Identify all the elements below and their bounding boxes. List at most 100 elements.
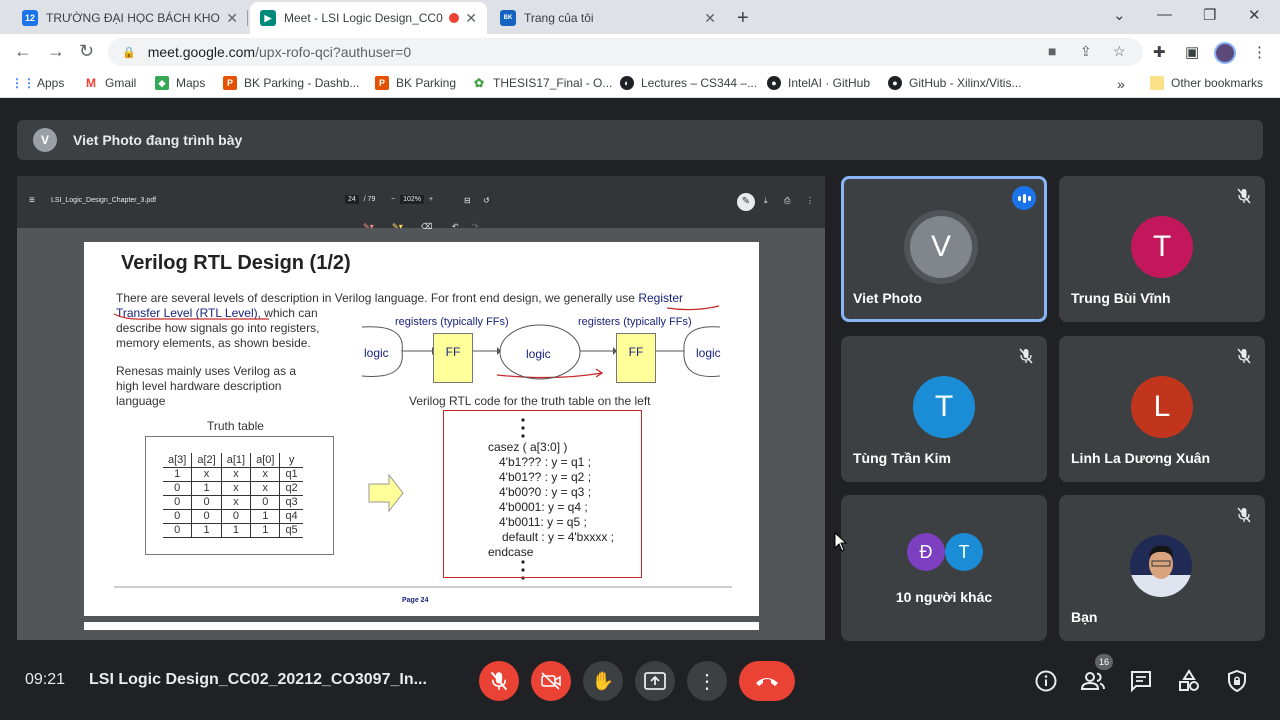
avatar: V bbox=[910, 216, 972, 278]
window-close-icon[interactable]: ✕ bbox=[1248, 6, 1261, 24]
bookmark-intelai[interactable]: ● IntelAI · GitHub bbox=[767, 76, 870, 90]
fit-page-icon[interactable]: ⊟ bbox=[464, 196, 471, 205]
people-icon bbox=[1080, 672, 1105, 690]
rotate-icon[interactable]: ↺ bbox=[483, 196, 490, 205]
minimize-icon[interactable]: — bbox=[1157, 6, 1172, 23]
chat-button[interactable] bbox=[1128, 668, 1154, 694]
profile-avatar[interactable] bbox=[1214, 42, 1236, 64]
tab-bach-khoa[interactable]: 12 TRƯỜNG ĐẠI HỌC BÁCH KHOA ✕ bbox=[12, 2, 248, 34]
pdf-next-page bbox=[84, 622, 759, 630]
bookmark-bk-parking-dashboard[interactable]: P BK Parking - Dashb... bbox=[223, 76, 359, 90]
tab-strip: 12 TRƯỜNG ĐẠI HỌC BÁCH KHOA ✕ ▶ Meet - L… bbox=[0, 0, 1280, 34]
bookmark-apps[interactable]: ⋮⋮ Apps bbox=[11, 76, 64, 90]
participant-tile-tung[interactable]: T Tùng Trần Kim bbox=[841, 336, 1047, 482]
annotate-icon[interactable]: ✎ bbox=[737, 193, 755, 211]
mic-off-icon bbox=[490, 671, 508, 691]
more-options-button[interactable]: ⋮ bbox=[687, 661, 727, 701]
share-icon[interactable]: ⇪ bbox=[1080, 43, 1092, 60]
mic-off-icon bbox=[1019, 348, 1033, 364]
bookmark-thesis[interactable]: ✿ THESIS17_Final - O... bbox=[472, 76, 612, 90]
code-line: 4'b1??? : y = q1 ; bbox=[499, 455, 592, 469]
print-icon[interactable]: ⎙ bbox=[784, 196, 790, 206]
extensions-icon[interactable]: ✚ bbox=[1153, 43, 1166, 61]
bookmark-lectures[interactable]: ◐ Lectures – CS344 –... bbox=[620, 76, 757, 90]
presenter-banner: V Viet Photo đang trình bày bbox=[17, 120, 1263, 160]
side-panel-icon[interactable]: ▣ bbox=[1185, 43, 1199, 61]
participant-tile-self[interactable]: Bạn bbox=[1059, 495, 1265, 641]
pen-icon[interactable]: ✎▾ bbox=[363, 222, 374, 231]
camera-icon[interactable]: ■ bbox=[1048, 43, 1056, 59]
tab-search-icon[interactable]: ⌄ bbox=[1113, 6, 1126, 24]
download-icon[interactable]: ⤓ bbox=[764, 196, 768, 206]
participant-tile-viet-photo[interactable]: V Viet Photo bbox=[841, 176, 1047, 322]
eraser-icon[interactable]: ⌫ bbox=[421, 222, 432, 231]
participant-tile-linh[interactable]: L Linh La Dương Xuân bbox=[1059, 336, 1265, 482]
reload-icon[interactable]: ↻ bbox=[79, 41, 94, 62]
menu-icon[interactable]: ⋮ bbox=[1252, 43, 1267, 61]
address-bar[interactable]: 🔒 meet.google.com/upx-rofo-qci?authuser=… bbox=[108, 38, 1143, 66]
mic-toggle-button[interactable] bbox=[479, 661, 519, 701]
bookmark-gmail[interactable]: M Gmail bbox=[84, 76, 136, 90]
table-header-row: a[3] a[2] a[1] a[0] y bbox=[163, 453, 303, 468]
logic-label: logic bbox=[364, 346, 389, 360]
pdf-page-indicator[interactable]: 24 / 79 bbox=[345, 195, 378, 204]
raise-hand-button[interactable]: ✋ bbox=[583, 661, 623, 701]
recording-icon bbox=[449, 13, 460, 23]
participant-count-badge: 16 bbox=[1095, 654, 1113, 670]
github-icon: ● bbox=[888, 76, 902, 90]
leave-call-button[interactable] bbox=[739, 661, 795, 701]
present-button[interactable] bbox=[635, 661, 675, 701]
table-row: 1 x x x q1 bbox=[163, 467, 303, 482]
activities-button[interactable] bbox=[1176, 668, 1202, 694]
back-icon[interactable]: ← bbox=[14, 41, 32, 62]
more-bookmarks-icon[interactable]: » bbox=[1117, 76, 1125, 92]
pdf-menu-icon[interactable]: ≡ bbox=[29, 195, 35, 206]
overleaf-icon: ✿ bbox=[472, 76, 486, 90]
logic-label: logic bbox=[526, 347, 551, 361]
restore-icon[interactable]: ❐ bbox=[1203, 6, 1216, 24]
more-vert-icon: ⋮ bbox=[697, 670, 717, 693]
pdf-filename: LSI_Logic_Design_Chapter_3.pdf bbox=[51, 197, 157, 204]
bookmark-maps[interactable]: ◆ Maps bbox=[155, 76, 205, 90]
bookmark-bk-parking[interactable]: P BK Parking bbox=[375, 76, 456, 90]
parking-icon: P bbox=[375, 76, 389, 90]
highlighter-icon[interactable]: ✎▾ bbox=[392, 222, 403, 231]
tab-meet[interactable]: ▶ Meet - LSI Logic Design_CC0 ✕ bbox=[250, 2, 487, 34]
shared-screen: ≡ LSI_Logic_Design_Chapter_3.pdf 24 / 79… bbox=[17, 176, 825, 640]
more-icon[interactable]: ⋮ bbox=[806, 196, 814, 205]
code-line: casez ( a[3:0] ) bbox=[488, 440, 568, 454]
parking-icon: P bbox=[223, 76, 237, 90]
participant-name: Bạn bbox=[1071, 609, 1098, 625]
people-button[interactable] bbox=[1080, 668, 1106, 694]
host-controls-button[interactable] bbox=[1224, 668, 1250, 694]
folder-icon bbox=[1150, 76, 1164, 90]
new-tab-icon[interactable]: + bbox=[737, 7, 749, 30]
pdf-zoom[interactable]: −102% + bbox=[391, 195, 433, 204]
tab-trang-cua-toi[interactable]: BK Trang của tôi ✕ bbox=[490, 2, 726, 34]
activities-icon bbox=[1179, 669, 1199, 691]
pdf-toolbar: ≡ LSI_Logic_Design_Chapter_3.pdf 24 / 79… bbox=[17, 176, 825, 231]
forward-icon[interactable]: → bbox=[47, 41, 65, 62]
truth-table: a[3] a[2] a[1] a[0] y 1 x x x q1 0 1 x x q2 0 0 x 0 q3 0… bbox=[145, 436, 334, 555]
close-icon[interactable]: ✕ bbox=[226, 10, 238, 27]
camera-toggle-button[interactable] bbox=[531, 661, 571, 701]
close-icon[interactable]: ✕ bbox=[704, 10, 716, 27]
participant-tile-trung[interactable]: T Trung Bùi Vĩnh bbox=[1059, 176, 1265, 322]
close-icon[interactable]: ✕ bbox=[465, 10, 477, 27]
ff-block: FF bbox=[433, 333, 473, 383]
participant-tile-others[interactable]: Đ T 10 người khác bbox=[841, 495, 1047, 641]
browser-toolbar: ← → ↻ 🔒 meet.google.com/upx-rofo-qci?aut… bbox=[0, 34, 1280, 70]
annotation-strokes bbox=[113, 305, 732, 588]
redo-icon[interactable]: ↷ bbox=[472, 222, 479, 231]
undo-icon[interactable]: ↶ bbox=[452, 222, 459, 231]
mic-off-icon bbox=[1237, 507, 1251, 523]
apps-grid-icon: ⋮⋮ bbox=[11, 76, 35, 90]
calendar-icon: 12 bbox=[22, 10, 38, 26]
bookmark-github-xilinx[interactable]: ● GitHub - Xilinx/Vitis... bbox=[888, 76, 1021, 90]
code-line: 4'b0011: y = q5 ; bbox=[499, 515, 587, 529]
meeting-info-button[interactable] bbox=[1033, 668, 1059, 694]
mic-off-icon bbox=[1237, 188, 1251, 204]
hang-up-icon bbox=[756, 678, 778, 686]
bookmark-other[interactable]: Other bookmarks bbox=[1150, 76, 1263, 90]
bookmark-star-icon[interactable]: ☆ bbox=[1113, 43, 1126, 60]
